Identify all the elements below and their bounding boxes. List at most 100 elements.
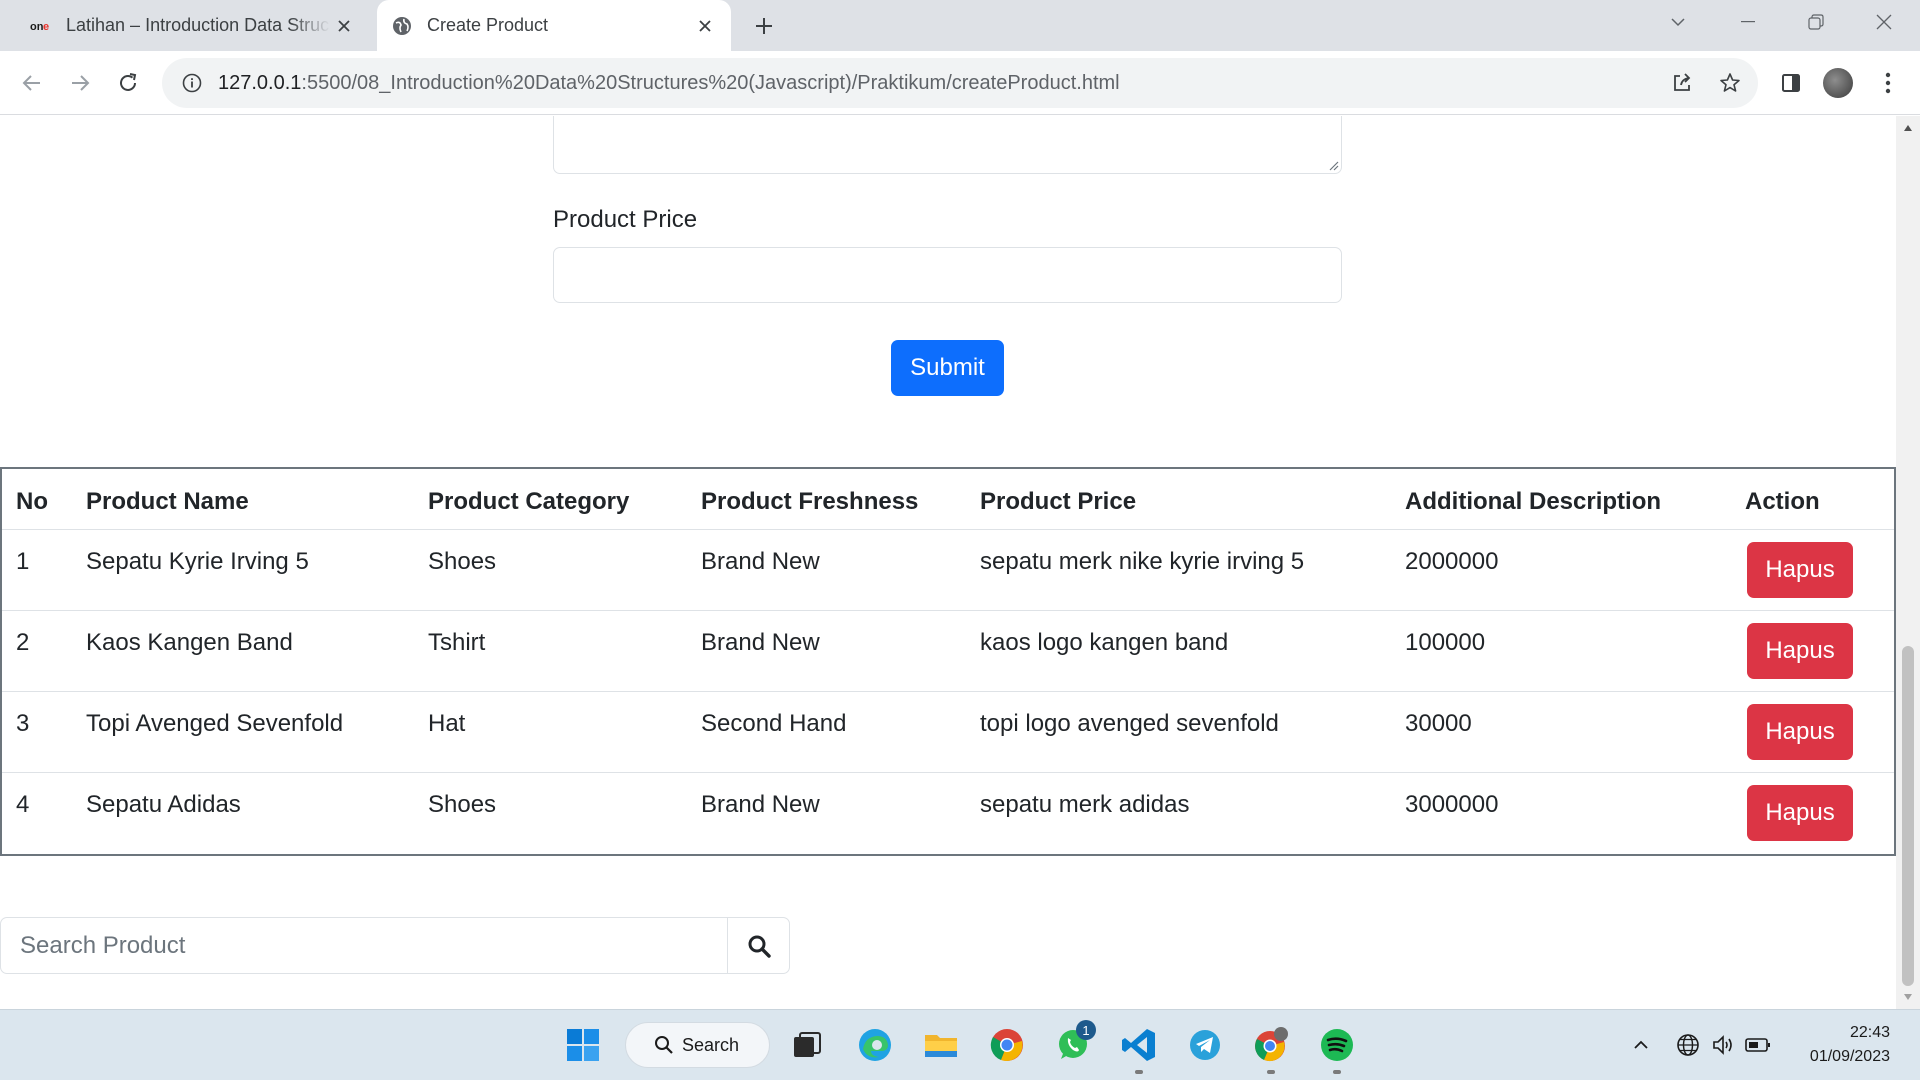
table-row: 1 Sepatu Kyrie Irving 5 Shoes Brand New … [2, 530, 1894, 611]
bookmark-star-icon[interactable] [1713, 66, 1747, 100]
cell-product-name: Sepatu Kyrie Irving 5 [86, 548, 309, 575]
cell-product-price: topi logo avenged sevenfold [980, 710, 1279, 737]
avatar [1823, 68, 1853, 98]
windows-start-icon[interactable] [560, 1022, 606, 1068]
search-input[interactable] [1, 918, 727, 973]
close-window-button[interactable] [1850, 0, 1918, 44]
reload-button[interactable] [108, 63, 148, 103]
cell-product-price: sepatu merk adidas [980, 791, 1190, 818]
cell-product-category: Shoes [428, 548, 497, 575]
cell-product-freshness: Second Hand [701, 710, 847, 737]
cell-product-name: Topi Avenged Sevenfold [86, 710, 344, 737]
tab-latihan[interactable]: one Latihan – Introduction Data Structur… [0, 0, 370, 51]
cell-additional-description: 30000 [1405, 710, 1472, 737]
column-header-product-category: Product Category [428, 488, 630, 515]
cell-product-category: Hat [428, 710, 466, 737]
url-text: 127.0.0.1:5500/08_Introduction%20Data%20… [218, 72, 1120, 95]
cell-additional-description: 100000 [1405, 629, 1486, 656]
scroll-up-arrow-icon[interactable] [1900, 120, 1916, 136]
page-scrollbar[interactable] [1896, 116, 1920, 1009]
url-host: 127.0.0.1 [218, 71, 302, 94]
delete-button[interactable]: Hapus [1747, 785, 1853, 841]
url-path: :5500/08_Introduction%20Data%20Structure… [301, 71, 1120, 94]
search-button[interactable] [727, 918, 789, 973]
cell-no: 2 [16, 629, 30, 656]
product-price-label: Product Price [553, 206, 698, 233]
windows-taskbar: Search 1 22:43 01/09/2023 [0, 1009, 1920, 1080]
restore-button[interactable] [1782, 0, 1850, 44]
cell-additional-description: 2000000 [1405, 548, 1499, 575]
cell-no: 1 [16, 548, 30, 575]
cell-product-freshness: Brand New [701, 791, 820, 818]
vscode-icon[interactable] [1116, 1022, 1162, 1074]
cell-product-freshness: Brand New [701, 629, 820, 656]
whatsapp-icon[interactable]: 1 [1050, 1020, 1096, 1068]
network-globe-icon[interactable] [1675, 1032, 1701, 1058]
scrollbar-thumb[interactable] [1902, 646, 1914, 986]
system-clock[interactable]: 22:43 01/09/2023 [1790, 1021, 1890, 1069]
edge-browser-icon[interactable] [852, 1022, 898, 1068]
column-header-additional-description: Additional Description [1405, 488, 1662, 515]
tab-title: Create Product [427, 15, 549, 35]
scroll-down-arrow-icon[interactable] [1900, 989, 1916, 1005]
tab-title: Latihan – Introduction Data Structures [66, 15, 330, 35]
tab-create-product[interactable]: Create Product [377, 0, 731, 51]
delete-button[interactable]: Hapus [1747, 542, 1853, 598]
file-explorer-icon[interactable] [918, 1022, 964, 1068]
taskbar-search[interactable]: Search [625, 1022, 770, 1068]
table-header-row: No Product Name Product Category Product… [2, 469, 1894, 530]
running-indicator [1267, 1070, 1275, 1074]
close-tab-icon[interactable] [691, 12, 719, 40]
profile-avatar[interactable] [1818, 63, 1858, 103]
table-row: 2 Kaos Kangen Band Tshirt Brand New kaos… [2, 611, 1894, 692]
more-menu-icon[interactable] [1868, 63, 1908, 103]
forward-button[interactable] [60, 63, 100, 103]
site-info-icon[interactable] [180, 71, 204, 95]
battery-icon[interactable] [1745, 1032, 1771, 1058]
clock-date: 01/09/2023 [1809, 1048, 1890, 1065]
share-icon[interactable] [1665, 66, 1699, 100]
telegram-icon[interactable] [1182, 1022, 1228, 1068]
product-table: No Product Name Product Category Product… [0, 467, 1896, 856]
taskbar-search-label: Search [682, 1034, 740, 1055]
column-header-product-freshness: Product Freshness [701, 488, 919, 515]
description-textarea[interactable] [553, 116, 1342, 174]
table-row: 4 Sepatu Adidas Shoes Brand New sepatu m… [2, 773, 1894, 854]
cell-product-price: kaos logo kangen band [980, 629, 1229, 656]
cell-product-name: Sepatu Adidas [86, 791, 241, 818]
search-icon [654, 1035, 674, 1055]
notification-badge: 1 [1076, 1020, 1096, 1040]
product-price-input[interactable] [553, 247, 1342, 303]
volume-icon[interactable] [1710, 1032, 1736, 1058]
cell-no: 3 [16, 710, 30, 737]
address-bar[interactable]: 127.0.0.1:5500/08_Introduction%20Data%20… [162, 58, 1758, 108]
resize-grip-icon[interactable] [1327, 159, 1339, 171]
chrome-icon[interactable] [984, 1022, 1030, 1068]
new-tab-button[interactable] [747, 9, 781, 43]
running-indicator [1135, 1070, 1143, 1074]
cell-product-freshness: Brand New [701, 548, 820, 575]
chrome-profile-icon[interactable] [1248, 1022, 1294, 1074]
browser-tab-strip: one Latihan – Introduction Data Structur… [0, 0, 1920, 51]
submit-button[interactable]: Submit [891, 340, 1004, 396]
spotify-icon[interactable] [1314, 1022, 1360, 1074]
task-view-icon[interactable] [784, 1022, 830, 1068]
show-hidden-icons-chevron-icon[interactable] [1628, 1032, 1654, 1058]
running-indicator [1333, 1070, 1341, 1074]
onemedia-logo-icon: on e [30, 15, 52, 37]
search-icon [748, 935, 771, 958]
minimize-button[interactable] [1714, 0, 1782, 44]
search-group [0, 917, 790, 974]
table-row: 3 Topi Avenged Sevenfold Hat Second Hand… [2, 692, 1894, 773]
column-header-no: No [16, 488, 48, 515]
page-viewport: Product Price Submit No Product Name Pro… [0, 116, 1896, 1009]
back-button[interactable] [12, 63, 52, 103]
close-tab-icon[interactable] [330, 12, 358, 40]
side-panel-icon[interactable] [1771, 63, 1811, 103]
column-header-product-name: Product Name [86, 488, 249, 515]
delete-button[interactable]: Hapus [1747, 704, 1853, 760]
column-header-product-price: Product Price [980, 488, 1137, 515]
cell-product-category: Shoes [428, 791, 497, 818]
delete-button[interactable]: Hapus [1747, 623, 1853, 679]
tab-search-chevron-icon[interactable] [1644, 0, 1712, 44]
